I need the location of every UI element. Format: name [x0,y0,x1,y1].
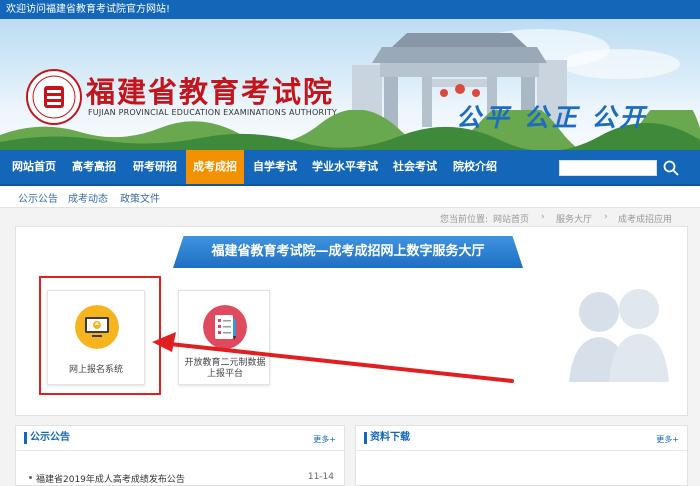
news-item-title[interactable]: 福建省2019年成人高考成绩发布公告 [36,472,185,485]
nav-item-yankao[interactable]: 研考研招 [126,150,184,184]
search-icon[interactable] [662,159,680,177]
breadcrumb-item-current[interactable]: 成考成招应用 [618,212,672,225]
notices-more-link[interactable]: 更多+ [313,434,336,445]
welcome-text: 欢迎访问福建省教育考试院官方网站! [6,4,171,15]
nav-item-home[interactable]: 网站首页 [6,150,62,184]
breadcrumb-item-hall[interactable]: 服务大厅 [556,212,592,225]
downloads-title: 资料下载 [364,432,410,444]
sub-nav: 公示公告 成考动态 政策文件 [0,186,700,208]
slogan: 公平 公正 公开 [456,103,648,132]
nav-item-shehui[interactable]: 社会考试 [386,150,444,184]
nav-item-gaokao[interactable]: 高考高招 [64,150,124,184]
nav-item-yuanxiao[interactable]: 院校介绍 [446,150,504,184]
card-open-education-data[interactable]: 开放教育二元制数据上报平台 [178,290,270,385]
nav-item-xueye[interactable]: 学业水平考试 [306,150,384,184]
subnav-item-policy[interactable]: 政策文件 [120,190,160,205]
card-label: 开放教育二元制数据上报平台 [184,358,266,379]
hall-title: 福建省教育考试院—成考成招网上数字服务大厅 [173,236,523,268]
search-input[interactable] [559,160,657,176]
checklist-pen-icon [203,305,247,349]
site-subtitle: FUJIAN PROVINCIAL EDUCATION EXAMINATIONS… [88,108,337,117]
breadcrumb-item-home[interactable]: 网站首页 [493,212,529,225]
authority-logo [26,69,82,125]
nav-item-zikao[interactable]: 自学考试 [246,150,304,184]
header-banner: 福建省教育考试院 FUJIAN PROVINCIAL EDUCATION EXA… [0,19,700,150]
downloads-panel: 资料下载 更多+ [355,425,688,486]
notices-title: 公示公告 [24,432,70,444]
main-nav: 网站首页 高考高招 研考研招 成考成招 自学考试 学业水平考试 社会考试 院校介… [0,150,700,186]
subnav-item-notices[interactable]: 公示公告 [18,190,58,205]
news-item-date: 11-14 [307,472,334,482]
bullet-dot [29,476,32,479]
nav-item-chengkao[interactable]: 成考成招 [186,150,244,184]
site-title: 福建省教育考试院 [86,75,335,109]
welcome-bar: 欢迎访问福建省教育考试院官方网站! [0,0,700,19]
subnav-item-news[interactable]: 成考动态 [68,190,108,205]
breadcrumb-prefix: 您当前位置: [440,215,489,225]
customer-service-illustration [569,289,669,382]
highlight-box [39,276,161,395]
downloads-more-link[interactable]: 更多+ [656,434,679,445]
notices-panel: 公示公告 更多+ 福建省2019年成人高考成绩发布公告 11-14 [15,425,345,486]
